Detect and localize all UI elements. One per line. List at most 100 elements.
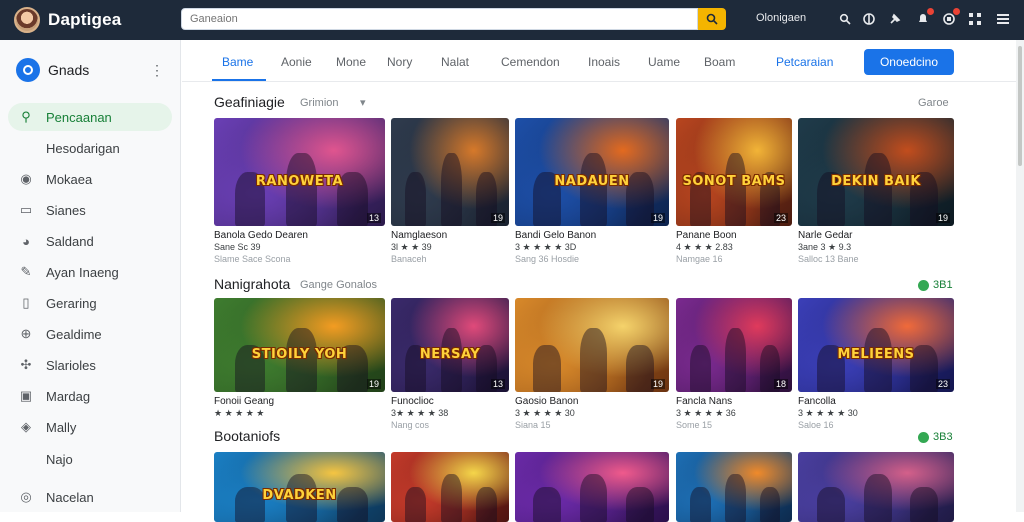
top-account-link[interactable]: Olonigaen [756,12,806,24]
game-thumbnail[interactable]: 18 [676,298,792,392]
sidebar-item-label: Mokaea [46,171,93,187]
game-thumbnail[interactable]: STIOILY YOH 19 [214,298,385,392]
sidebar-item-label: Saldand [46,233,94,249]
section-badge-label: 3B3 [933,431,953,443]
tab-4[interactable]: Nalat [441,55,469,69]
sidebar-item-0[interactable]: ⚲ Pencaanan [8,103,172,131]
search-input[interactable] [181,8,698,30]
game-meta: Sang 36 Hosdie [515,254,580,264]
sidebar-item-8[interactable]: ✣ Slarioles [8,351,172,379]
game-thumbnail[interactable]: 19 [391,118,509,226]
tab-5[interactable]: Cemendon [501,55,560,69]
game-title[interactable]: Funoclioc [391,396,434,407]
app-title: Daptigea [48,10,122,29]
search-icon [706,13,718,25]
scrollbar-thumb[interactable] [1018,46,1022,166]
game-thumbnail[interactable]: 19 [515,298,669,392]
age-rating-badge: 19 [650,213,665,223]
age-rating-badge: 23 [773,213,788,223]
tab-3[interactable]: Nory [387,55,412,69]
game-thumbnail[interactable]: SONOT BAMS 23 [676,118,792,226]
tab-7[interactable]: Uame [648,55,680,69]
sidebar-item-5[interactable]: ✎ Ayan Inaeng [8,258,172,286]
blank-page-icon: ▯ [22,295,30,310]
menu-icon[interactable] [994,10,1012,28]
game-thumbnail[interactable]: DEKIN BAIK 19 [798,118,954,226]
section-filter[interactable]: Gange Gonalos [300,279,377,291]
sidebar-item-1[interactable]: Hesodarigan [8,134,172,162]
sidebar-item-label: Mardag [46,388,91,404]
search-button[interactable] [698,8,726,30]
tab-8[interactable]: Boam [704,55,735,69]
sidebar-item-2[interactable]: ◉ Mokaea [8,165,172,193]
section-badge-label: 3B1 [933,279,953,291]
age-rating-badge: 19 [366,379,381,389]
pin-icon[interactable] [886,10,904,28]
notifications-icon[interactable] [914,8,934,28]
game-thumbnail[interactable]: NERSAY 13 [391,298,509,392]
game-title[interactable]: Fancla Nans [676,396,732,407]
sidebar-item-11[interactable]: Najo [8,445,172,473]
sidebar-item-4[interactable]: ◕ Saldand [8,227,172,255]
game-title[interactable]: Narle Gedar [798,230,852,241]
app-logo[interactable] [14,7,40,33]
sidebar-item-label: Sianes [46,202,86,218]
more-options-icon[interactable]: ⋮ [150,62,164,79]
sidebar-item-label: Hesodarigan [46,140,120,156]
game-title[interactable]: Gaosio Banon [515,396,578,407]
sidebar-item-12[interactable]: ◎ Nacelan [8,483,172,511]
tab-0[interactable]: Bame [222,55,253,69]
game-rating: 3 ★ ★ ★ ★ 36 [676,408,736,418]
account-circle-icon: ◎ [20,489,32,504]
image-icon: ▣ [19,388,33,403]
search-bar [181,8,726,30]
primary-action-button[interactable]: Onoedcino [864,49,954,75]
game-rating: ★ ★ ★ ★ ★ [214,408,265,418]
game-meta: Some 15 [676,420,713,430]
chevron-down-icon[interactable]: ▾ [360,96,366,109]
sidebar-item-label: Mally [46,419,77,435]
game-rating: 3 ★ ★ ★ ★ 3D [515,242,577,252]
game-thumbnail[interactable]: MELIEENS 23 [798,298,954,392]
section-title: Nanigrahota [214,276,291,292]
section-filter[interactable]: Grimion [300,97,339,109]
apps-grid-icon[interactable] [966,10,984,28]
section-badge[interactable]: 3B3 [918,431,953,443]
map-pin-icon: ◈ [21,419,31,434]
tab-link[interactable]: Petcaraian [776,55,833,69]
game-logo-text: NADAUEN [554,174,630,190]
sidebar-item-9[interactable]: ▣ Mardag [8,382,172,410]
game-thumbnail[interactable]: RANOWETA 13 [214,118,385,226]
search-icon[interactable] [836,10,854,28]
age-rating-badge: 19 [490,213,505,223]
sidebar-header[interactable]: Gnads [16,58,89,82]
tab-2[interactable]: Mone [336,55,366,69]
share-icon[interactable] [860,10,878,28]
messages-icon[interactable] [940,8,960,28]
sidebar-item-label: Geraring [46,295,97,311]
section-see-all[interactable]: Garoe [918,97,949,109]
sidebar-item-3[interactable]: ▭ Sianes [8,196,172,224]
game-title[interactable]: Panane Boon [676,230,737,241]
tab-6[interactable]: Inoais [588,55,620,69]
game-logo-text: RANOWETA [255,174,344,190]
game-title[interactable]: Fonoii Geang [214,396,274,407]
game-title[interactable]: Banola Gedo Dearen [214,230,308,241]
game-thumbnail[interactable]: NADAUEN 19 [515,118,669,226]
game-title[interactable]: Fancolla [798,396,836,407]
game-logo-text: STIOILY YOH [251,346,348,362]
sidebar-item-7[interactable]: ⊕ Gealdime [8,320,172,348]
sidebar-item-10[interactable]: ◈ Mally [8,413,172,441]
message-dot [953,8,960,15]
status-dot-icon [918,279,929,291]
section-badge[interactable]: 3B1 [918,279,953,291]
tab-1[interactable]: Aonie [281,55,312,69]
sidebar-item-6[interactable]: ▯ Geraring [8,289,172,317]
game-rating: 3 ★ ★ ★ ★ 30 [515,408,575,418]
game-title[interactable]: Namglaeson [391,230,447,241]
scrollbar[interactable] [1016,40,1024,512]
game-rating: 3★ ★ ★ ★ 38 [391,408,449,418]
game-title[interactable]: Bandi Gelo Banon [515,230,596,241]
sidebar-item-label: Pencaanan [46,109,112,125]
game-meta: Slame Sace Scona [214,254,291,264]
